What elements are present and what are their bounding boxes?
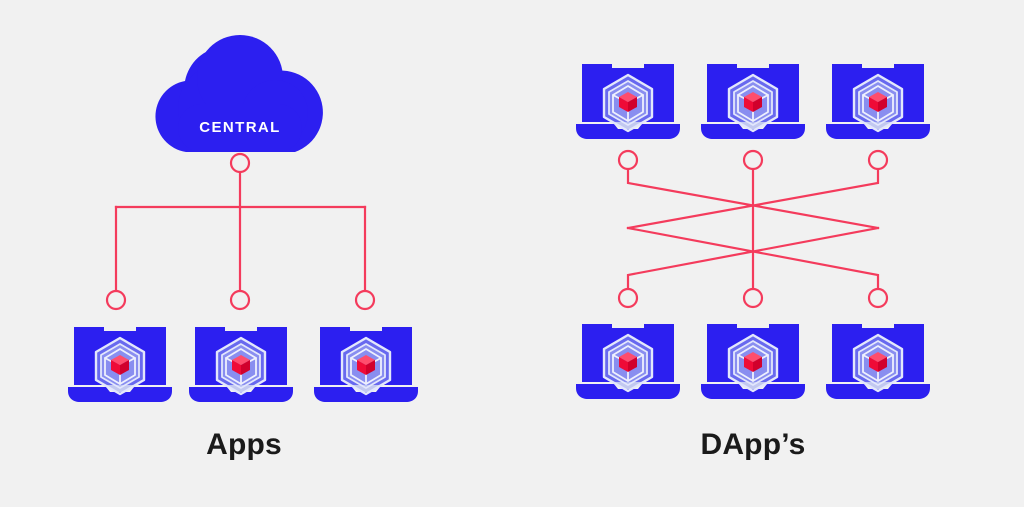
laptop-apps-2[interactable] (189, 327, 293, 402)
laptop-apps-1[interactable] (68, 327, 172, 402)
node-apps-3[interactable] (354, 289, 376, 311)
node-dapp-bottom-2[interactable] (742, 287, 764, 309)
node-dapp-bottom-3[interactable] (867, 287, 889, 309)
node-dapp-top-3[interactable] (867, 149, 889, 171)
node-dapp-top-2[interactable] (742, 149, 764, 171)
laptop-dapp-top-2[interactable] (701, 64, 805, 139)
caption-apps: Apps (206, 428, 282, 461)
caption-dapps: DApp’s (700, 428, 806, 461)
centralized-links (114, 170, 367, 297)
laptop-apps-3[interactable] (314, 327, 418, 402)
node-apps-1[interactable] (105, 289, 127, 311)
laptop-dapp-top-3[interactable] (826, 64, 930, 139)
node-apps-2[interactable] (229, 289, 251, 311)
laptop-dapp-top-1[interactable] (576, 64, 680, 139)
decentralized-network-group (576, 64, 930, 399)
laptop-dapp-bottom-2[interactable] (701, 324, 805, 399)
decentralized-links (626, 167, 880, 291)
diagram-canvas: #canvas { --blue: #2c1ff0; --red: #f43b5… (0, 0, 1024, 507)
centralized-network-group (68, 35, 418, 402)
central-cloud-icon[interactable] (155, 35, 323, 152)
laptop-dapp-bottom-3[interactable] (826, 324, 930, 399)
node-dapp-top-1[interactable] (617, 149, 639, 171)
laptop-dapp-bottom-1[interactable] (576, 324, 680, 399)
node-hub-outlet[interactable] (229, 152, 251, 174)
node-dapp-bottom-1[interactable] (617, 287, 639, 309)
